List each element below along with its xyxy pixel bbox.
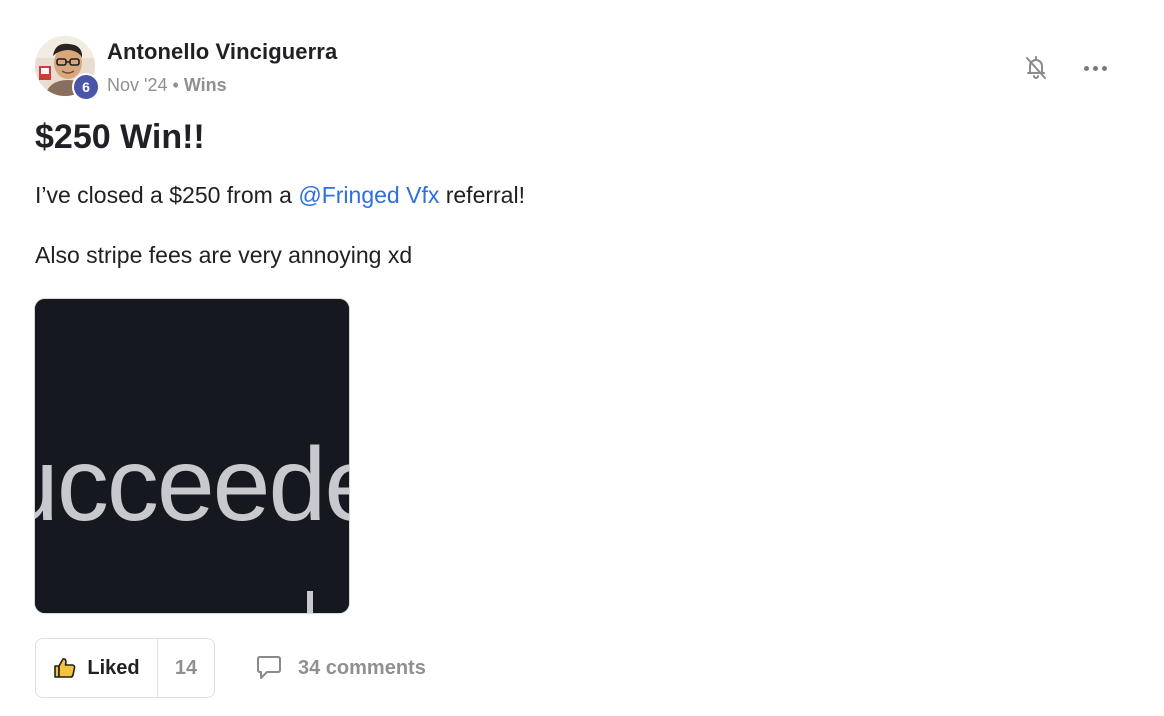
attachment-thumbnail[interactable]: ucceeded <box>35 299 349 613</box>
like-button[interactable]: Liked <box>36 639 158 697</box>
post-body-line-1: I’ve closed a $250 from a @Fringed Vfx r… <box>35 182 525 209</box>
thumbs-up-icon <box>54 658 76 678</box>
like-control: Liked 14 <box>35 638 215 698</box>
comments-button[interactable]: 34 comments <box>254 652 426 684</box>
attachment-text: ucceeded <box>35 427 349 543</box>
more-dot-icon <box>1101 65 1107 71</box>
body-text: I’ve closed a $250 from a <box>35 182 299 208</box>
bell-off-icon[interactable] <box>1020 52 1052 84</box>
post-title: $250 Win!! <box>35 118 205 156</box>
level-badge: 6 <box>72 73 100 101</box>
author-name[interactable]: Antonello Vinciguerra <box>107 39 337 65</box>
user-mention-link[interactable]: @Fringed Vfx <box>298 182 439 208</box>
post-category[interactable]: Wins <box>184 75 227 95</box>
post-card: 6 Antonello Vinciguerra Nov '24 • Wins $… <box>0 0 1164 716</box>
comment-bubble-icon <box>257 656 281 679</box>
more-options-button[interactable] <box>1080 56 1110 80</box>
more-dot-icon <box>1092 65 1098 71</box>
post-body-line-2: Also stripe fees are very annoying xd <box>35 242 413 268</box>
like-count[interactable]: 14 <box>158 639 214 697</box>
comments-count-label: 34 comments <box>298 656 426 679</box>
author-avatar[interactable]: 6 <box>35 36 100 101</box>
post-date[interactable]: Nov '24 <box>107 75 167 95</box>
like-label: Liked <box>87 656 140 679</box>
post-meta: Nov '24 • Wins <box>107 75 227 96</box>
meta-separator: • <box>172 75 179 95</box>
body-text: referral! <box>439 182 525 208</box>
more-dot-icon <box>1083 65 1089 71</box>
